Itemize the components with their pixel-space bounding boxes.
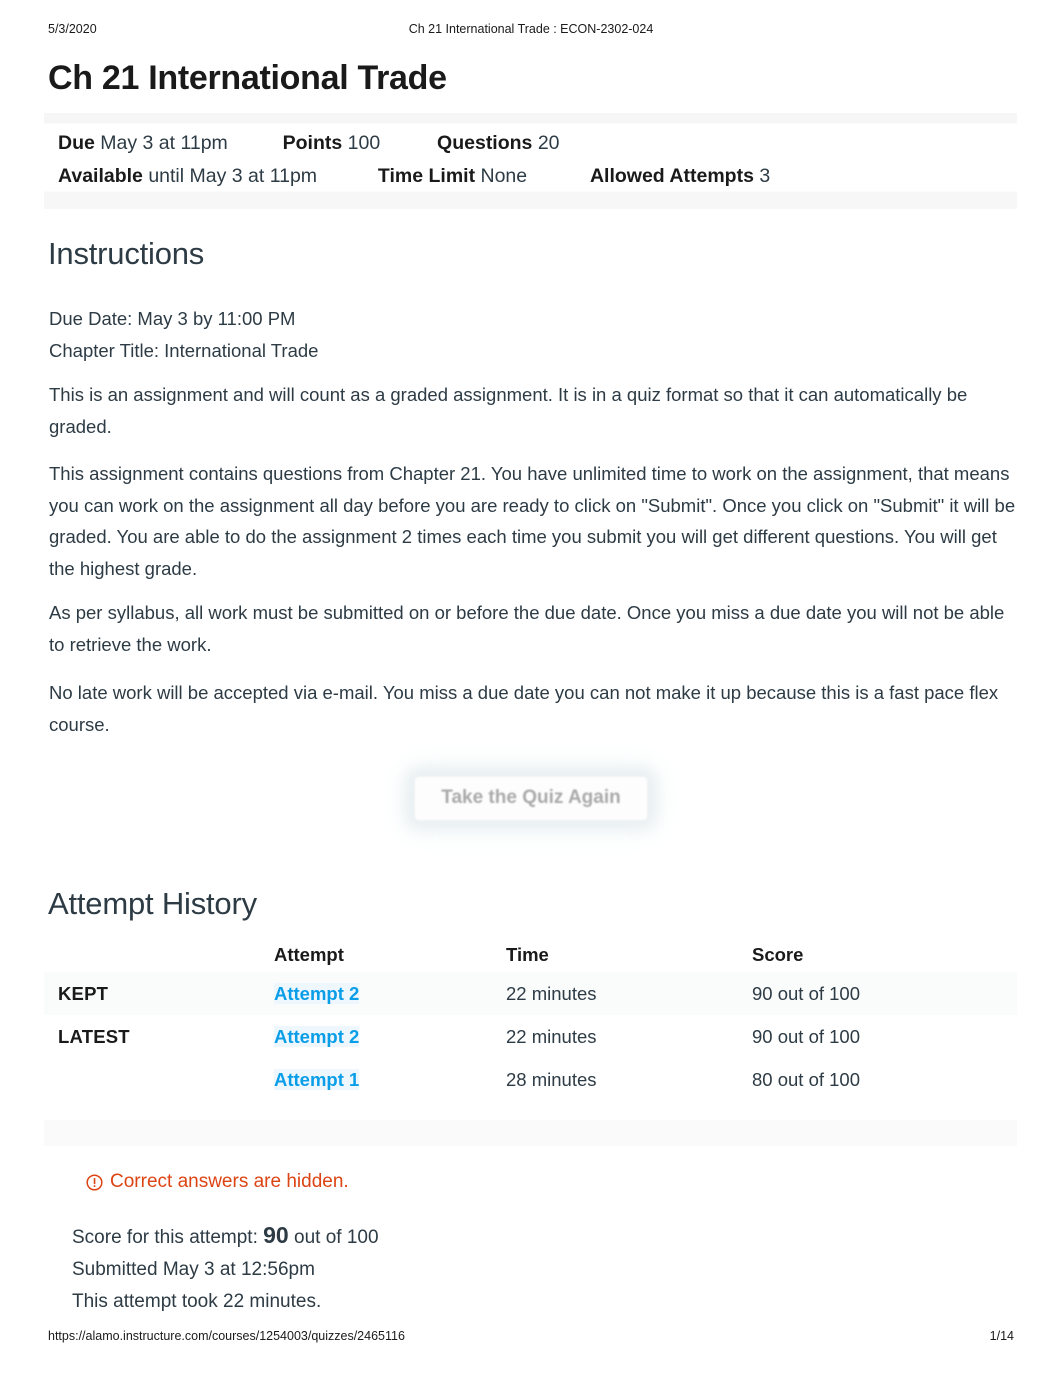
attempt-status-label: LATEST [58, 1025, 130, 1047]
quiz-details-row-1: Due May 3 at 11pm Points 100 Questions 2… [44, 127, 1017, 160]
attempt-history-table: Attempt Time Score KEPT Attempt 2 22 min… [44, 938, 1017, 1101]
available-value: until May 3 at 11pm [148, 165, 318, 187]
instructions-paragraph-4: No late work will be accepted via e-mail… [49, 682, 999, 735]
attempt-time: 22 minutes [506, 982, 597, 1004]
attempt-score: 80 out of 100 [752, 1068, 861, 1090]
footer-page-number: 1/14 [989, 1329, 1014, 1343]
table-header-row: Attempt Time Score [44, 938, 1017, 972]
attempt-history-heading: Attempt History [48, 886, 257, 921]
take-quiz-again-button[interactable]: Take the Quiz Again [414, 776, 648, 821]
attempt-link[interactable]: Attempt 1 [274, 1068, 360, 1090]
score-suffix: out of 100 [294, 1227, 379, 1248]
column-header-score: Score [752, 944, 804, 965]
instructions-paragraph-2: This assignment contains questions from … [49, 463, 1016, 579]
score-line: Score for this attempt: 90 out of 100 [72, 1219, 379, 1254]
score-value: 90 [263, 1222, 289, 1248]
attempt-history-table-body: KEPT Attempt 2 22 minutes 90 out of 100 … [44, 972, 1017, 1101]
score-prefix: Score for this attempt: [72, 1227, 258, 1248]
print-header: 5/3/2020 Ch 21 International Trade : ECO… [48, 22, 1014, 38]
submitted-line: Submitted May 3 at 12:56pm [72, 1259, 315, 1280]
column-header-time: Time [506, 944, 549, 965]
attempt-score: 90 out of 100 [752, 1025, 861, 1047]
hidden-answers-text: Correct answers are hidden. [110, 1171, 349, 1192]
table-row: LATEST Attempt 2 22 minutes 90 out of 10… [44, 1015, 1017, 1058]
time-limit-value: None [480, 165, 528, 187]
questions-label: Questions [437, 132, 533, 154]
quiz-details-row-2: Available until May 3 at 11pm Time Limit… [44, 160, 1017, 193]
quiz-details-box: Due May 3 at 11pm Points 100 Questions 2… [44, 113, 1017, 209]
questions-value: 20 [537, 132, 560, 154]
hidden-answers-notice: Correct answers are hidden. [86, 1170, 349, 1194]
instructions-paragraph-3: As per syllabus, all work must be submit… [49, 602, 1005, 655]
attempt-link[interactable]: Attempt 2 [274, 982, 360, 1004]
footer-url: https://alamo.instructure.com/courses/12… [48, 1329, 405, 1343]
attempt-status-label: KEPT [58, 982, 109, 1004]
instructions-due-date-line: Due Date: May 3 by 11:00 PM [49, 308, 296, 329]
attempt-history-table-head: Attempt Time Score [44, 938, 1017, 972]
retake-button-container: Take the Quiz Again [0, 776, 1062, 821]
allowed-attempts-label: Allowed Attempts [589, 165, 754, 187]
instructions-paragraph-1: This is an assignment and will count as … [49, 384, 968, 437]
page-title: Ch 21 International Trade [48, 59, 447, 97]
table-row: Attempt 1 28 minutes 80 out of 100 [44, 1058, 1017, 1101]
instructions-heading: Instructions [48, 236, 205, 271]
score-summary: Score for this attempt: 90 out of 100 Su… [72, 1219, 379, 1318]
available-label: Available [58, 165, 143, 187]
warning-circle-icon [86, 1173, 103, 1191]
due-value: May 3 at 11pm [100, 132, 228, 154]
table-row: KEPT Attempt 2 22 minutes 90 out of 100 [44, 972, 1017, 1015]
instructions-chapter-line: Chapter Title: International Trade [49, 340, 319, 361]
attempt-time: 22 minutes [506, 1025, 597, 1047]
due-label: Due [58, 132, 95, 154]
column-header-attempt: Attempt [274, 944, 344, 965]
allowed-attempts-value: 3 [759, 165, 771, 187]
print-page-title: Ch 21 International Trade : ECON-2302-02… [408, 22, 654, 36]
column-header-blank [44, 938, 274, 972]
print-footer: https://alamo.instructure.com/courses/12… [48, 1329, 1014, 1345]
table-bottom-band [44, 1120, 1017, 1146]
attempt-link[interactable]: Attempt 2 [274, 1025, 360, 1047]
points-value: 100 [347, 132, 381, 154]
points-label: Points [282, 132, 343, 154]
attempt-score: 90 out of 100 [752, 982, 861, 1004]
attempt-time: 28 minutes [506, 1068, 597, 1090]
quiz-print-page: 5/3/2020 Ch 21 International Trade : ECO… [0, 0, 1062, 1377]
duration-line: This attempt took 22 minutes. [72, 1291, 322, 1312]
time-limit-label: Time Limit [377, 165, 476, 187]
